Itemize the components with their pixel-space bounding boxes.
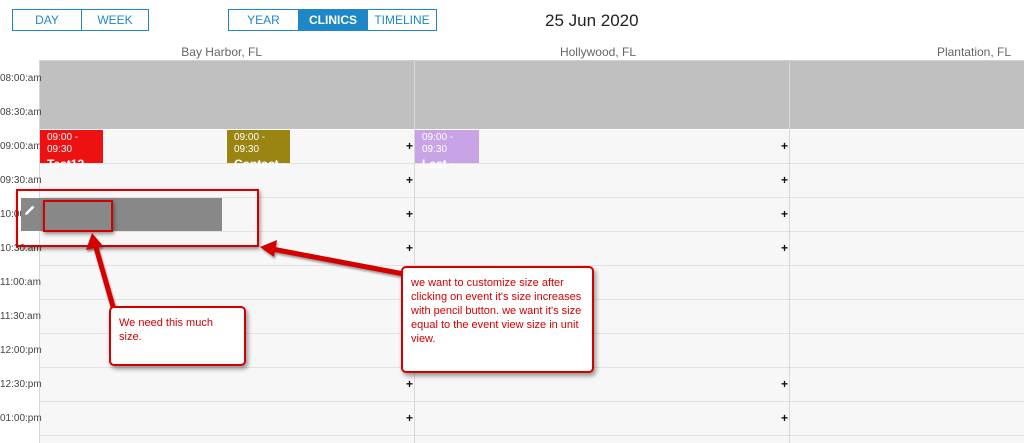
arrow-to-outer-box [260, 240, 405, 277]
annotation-arrows [86, 233, 405, 311]
arrow-to-inner-box [86, 233, 117, 311]
annotation-note-large: we want to customize size after clicking… [401, 266, 594, 373]
annotation-note-small: We need this much size. [109, 306, 246, 366]
